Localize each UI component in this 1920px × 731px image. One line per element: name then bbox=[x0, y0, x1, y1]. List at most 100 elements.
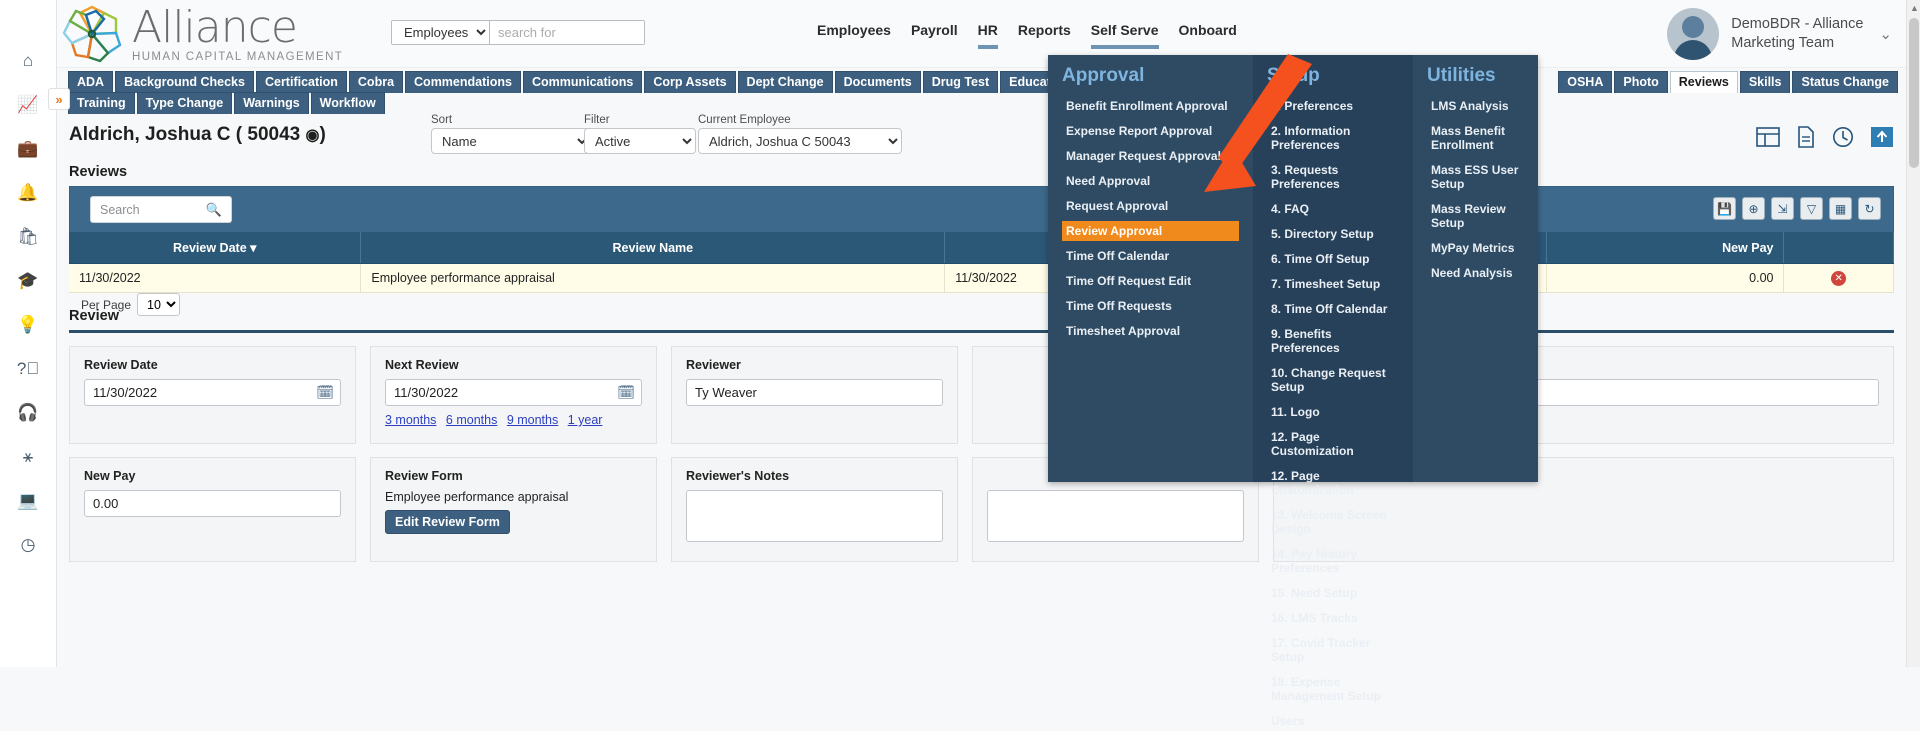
col-review-name[interactable]: Review Name bbox=[360, 232, 946, 264]
menu-item-time-off-setup[interactable]: 6. Time Off Setup bbox=[1267, 249, 1399, 269]
menu-item-preferences[interactable]: 1. Preferences bbox=[1267, 96, 1399, 116]
nav-self-serve[interactable]: Self Serve bbox=[1090, 22, 1159, 49]
menu-item-time-off-requests[interactable]: Time Off Requests bbox=[1062, 296, 1239, 316]
menu-item-requests-preferences[interactable]: 3. Requests Preferences bbox=[1267, 160, 1399, 194]
clock-icon[interactable]: ◷ bbox=[11, 528, 45, 562]
edit-review-form-button[interactable]: Edit Review Form bbox=[385, 510, 510, 534]
menu-item-time-off-request-edit[interactable]: Time Off Request Edit bbox=[1062, 271, 1239, 291]
col-new-pay[interactable]: New Pay bbox=[1546, 232, 1785, 264]
menu-item-users[interactable]: Users bbox=[1267, 711, 1399, 731]
tab-skills[interactable]: Skills bbox=[1739, 71, 1791, 93]
global-search[interactable]: Employees bbox=[391, 20, 645, 45]
menu-item-mass-ess-user-setup[interactable]: Mass ESS User Setup bbox=[1427, 160, 1524, 194]
next-review-input[interactable] bbox=[385, 379, 642, 406]
columns-icon[interactable]: ▦ bbox=[1829, 197, 1852, 220]
headset-icon[interactable]: 🎧 bbox=[11, 396, 45, 430]
menu-item-lms-analysis[interactable]: LMS Analysis bbox=[1427, 96, 1524, 116]
menu-item-covid-tracker-setup[interactable]: 17. Covid Tracker Setup bbox=[1267, 633, 1399, 667]
tab-corp-assets[interactable]: Corp Assets bbox=[644, 71, 736, 93]
menu-item-time-off-calendar-setup[interactable]: 8. Time Off Calendar bbox=[1267, 299, 1399, 319]
new-pay-input[interactable] bbox=[84, 490, 341, 517]
filter-icon[interactable]: ▽ bbox=[1800, 197, 1823, 220]
nav-payroll[interactable]: Payroll bbox=[911, 22, 958, 49]
analytics-icon[interactable]: 📈 bbox=[11, 88, 45, 122]
grid-search[interactable]: 🔍 bbox=[90, 196, 232, 223]
global-search-input[interactable] bbox=[490, 21, 644, 44]
menu-item-timesheet-approval[interactable]: Timesheet Approval bbox=[1062, 321, 1239, 341]
menu-item-need-setup[interactable]: 15. Need Setup bbox=[1267, 583, 1399, 603]
tab-osha[interactable]: OSHA bbox=[1558, 71, 1613, 93]
tab-warnings[interactable]: Warnings bbox=[234, 92, 309, 114]
scrollbar-thumb[interactable] bbox=[1909, 18, 1919, 168]
home-icon[interactable]: ⌂ bbox=[11, 44, 45, 78]
menu-item-mass-benefit-enrollment[interactable]: Mass Benefit Enrollment bbox=[1427, 121, 1524, 155]
extra-notes-textarea[interactable] bbox=[987, 490, 1244, 542]
calendar-icon[interactable]: 🗓 bbox=[316, 384, 334, 401]
menu-item-time-off-calendar[interactable]: Time Off Calendar bbox=[1062, 246, 1239, 266]
tab-workflow[interactable]: Workflow bbox=[310, 92, 385, 114]
brand-logo[interactable]: Alliance HUMAN CAPITAL MANAGEMENT bbox=[60, 3, 343, 65]
quick-9-months[interactable]: 9 months bbox=[507, 413, 558, 427]
graduation-icon[interactable]: 🎓 bbox=[11, 264, 45, 298]
basket-icon[interactable]: 🛍 bbox=[11, 220, 45, 254]
menu-item-timesheet-setup[interactable]: 7. Timesheet Setup bbox=[1267, 274, 1399, 294]
tab-cobra[interactable]: Cobra bbox=[348, 71, 404, 93]
scroll-up-arrow-icon[interactable]: ▲ bbox=[1910, 3, 1919, 13]
search-icon[interactable]: 🔍 bbox=[206, 202, 222, 218]
tab-dept-change[interactable]: Dept Change bbox=[737, 71, 833, 93]
menu-item-expense-management-setup[interactable]: 18. Expense Management Setup bbox=[1267, 672, 1399, 706]
reviewer-input[interactable] bbox=[686, 379, 943, 406]
menu-item-directory-setup[interactable]: 5. Directory Setup bbox=[1267, 224, 1399, 244]
review-date-input[interactable] bbox=[84, 379, 341, 406]
quick-1-year[interactable]: 1 year bbox=[568, 413, 603, 427]
menu-item-welcome-screen-design[interactable]: 13. Welcome Screen Design bbox=[1267, 505, 1399, 539]
person-icon[interactable]: ⚹ bbox=[11, 440, 45, 474]
menu-item-page-customization-1[interactable]: 12. Page Customization bbox=[1267, 427, 1399, 461]
grid-icon[interactable] bbox=[1756, 126, 1780, 148]
tab-ada[interactable]: ADA bbox=[68, 71, 114, 93]
grid-search-input[interactable] bbox=[98, 201, 208, 218]
menu-item-expense-report-approval[interactable]: Expense Report Approval bbox=[1062, 121, 1239, 141]
search-scope-select[interactable]: Employees bbox=[392, 21, 490, 44]
briefcase-icon[interactable]: 💼 bbox=[11, 132, 45, 166]
refresh-icon[interactable]: ↻ bbox=[1858, 197, 1881, 220]
menu-item-benefit-enrollment-approval[interactable]: Benefit Enrollment Approval bbox=[1062, 96, 1239, 116]
chevron-down-icon[interactable]: ⌄ bbox=[1879, 25, 1892, 43]
calendar-icon[interactable]: 🗓 bbox=[617, 384, 635, 401]
menu-item-benefits-preferences[interactable]: 9. Benefits Preferences bbox=[1267, 324, 1399, 358]
menu-item-change-request-setup[interactable]: 10. Change Request Setup bbox=[1267, 363, 1399, 397]
rail-expand-toggle[interactable]: » bbox=[48, 88, 70, 110]
col-review-date[interactable]: Review Date ▾ bbox=[69, 232, 362, 264]
page-scrollbar[interactable]: ▲ bbox=[1906, 0, 1920, 667]
tab-documents[interactable]: Documents bbox=[834, 71, 921, 93]
tab-certification[interactable]: Certification bbox=[255, 71, 347, 93]
tab-commendations[interactable]: Commendations bbox=[405, 71, 521, 93]
menu-item-faq[interactable]: 4. FAQ bbox=[1267, 199, 1399, 219]
menu-item-mass-review-setup[interactable]: Mass Review Setup bbox=[1427, 199, 1524, 233]
quick-6-months[interactable]: 6 months bbox=[446, 413, 497, 427]
current-employee-select[interactable]: Aldrich, Joshua C 50043 bbox=[698, 128, 902, 154]
save-icon[interactable]: 💾 bbox=[1713, 197, 1736, 220]
nav-hr[interactable]: HR bbox=[977, 22, 998, 49]
menu-item-request-approval[interactable]: Request Approval bbox=[1062, 196, 1239, 216]
menu-item-mypay-metrics[interactable]: MyPay Metrics bbox=[1427, 238, 1524, 258]
tab-background-checks[interactable]: Background Checks bbox=[115, 71, 254, 93]
menu-item-review-approval[interactable]: Review Approval bbox=[1062, 221, 1239, 241]
tab-photo[interactable]: Photo bbox=[1614, 71, 1668, 93]
menu-item-logo[interactable]: 11. Logo bbox=[1267, 402, 1399, 422]
history-icon[interactable] bbox=[1832, 126, 1854, 148]
add-icon[interactable]: ⊕ bbox=[1742, 197, 1765, 220]
filter-select[interactable]: Active bbox=[584, 128, 696, 154]
tab-type-change[interactable]: Type Change bbox=[136, 92, 233, 114]
user-menu[interactable]: DemoBDR - Alliance Marketing Team ⌄ bbox=[1667, 8, 1892, 60]
nav-onboard[interactable]: Onboard bbox=[1179, 22, 1237, 49]
quick-3-months[interactable]: 3 months bbox=[385, 413, 436, 427]
sort-select[interactable]: Name bbox=[431, 128, 591, 154]
menu-item-need-approval[interactable]: Need Approval bbox=[1062, 171, 1239, 191]
menu-item-lms-tracks[interactable]: 16. LMS Tracks bbox=[1267, 608, 1399, 628]
tab-reviews[interactable]: Reviews bbox=[1669, 71, 1738, 93]
upload-icon[interactable] bbox=[1870, 126, 1894, 148]
menu-item-manager-request-approval[interactable]: Manager Request Approval bbox=[1062, 146, 1239, 166]
help-icon[interactable]: ?⃝ bbox=[11, 352, 45, 386]
menu-item-need-analysis[interactable]: Need Analysis bbox=[1427, 263, 1524, 283]
